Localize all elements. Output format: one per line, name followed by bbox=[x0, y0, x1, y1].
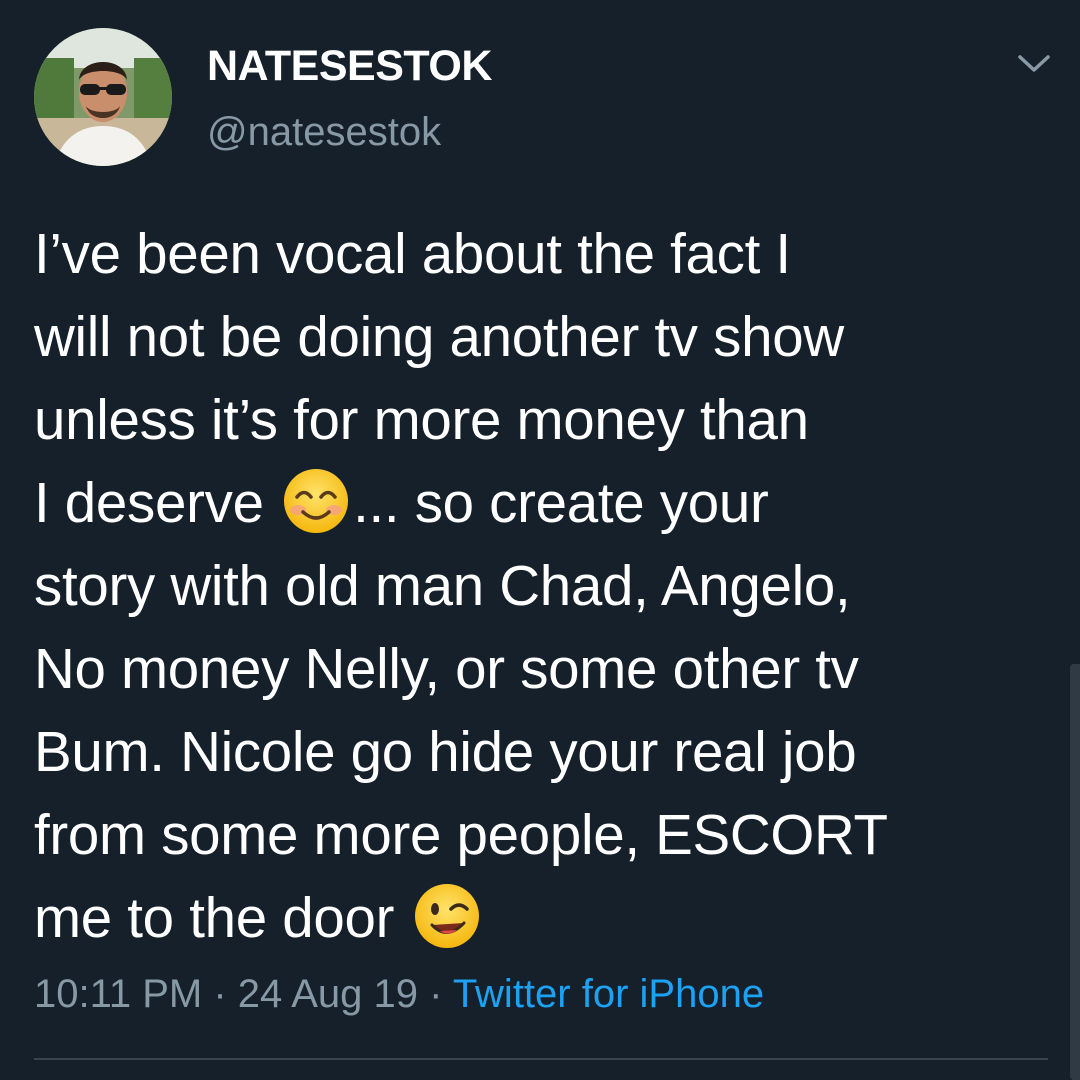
tweet-line: unless it’s for more money than bbox=[34, 388, 809, 451]
tweet-line: I’ve been vocal about the fact I bbox=[34, 222, 791, 285]
tweet-text: I’ve been vocal about the fact I will no… bbox=[34, 212, 1044, 959]
tweet-date[interactable]: 24 Aug 19 bbox=[238, 972, 418, 1016]
separator-dot: · bbox=[202, 972, 238, 1016]
tweet-line: will not be doing another tv show bbox=[34, 305, 844, 368]
divider bbox=[34, 1058, 1048, 1060]
tweet-line: No money Nelly, or some other tv bbox=[34, 637, 859, 700]
scrollbar[interactable] bbox=[1070, 664, 1080, 1080]
chevron-down-icon[interactable] bbox=[1012, 48, 1056, 78]
display-name[interactable]: NATESESTOK bbox=[207, 42, 492, 91]
smiling-face-emoji-icon bbox=[281, 466, 351, 536]
tweet-time[interactable]: 10:11 PM bbox=[34, 972, 202, 1016]
user-handle[interactable]: @natesestok bbox=[207, 110, 441, 155]
avatar[interactable] bbox=[34, 28, 172, 166]
tweet-source-link[interactable]: Twitter for iPhone bbox=[453, 972, 764, 1016]
tweet-line-part: I deserve bbox=[34, 471, 264, 534]
tweet-metadata: 10:11 PM · 24 Aug 19 · Twitter for iPhon… bbox=[34, 972, 764, 1017]
separator-dot: · bbox=[417, 972, 453, 1016]
winking-face-emoji-icon bbox=[412, 881, 482, 951]
tweet-line: Bum. Nicole go hide your real job bbox=[34, 720, 857, 783]
tweet-line: I deserve ... so create your bbox=[34, 461, 1044, 544]
tweet-line-part: me to the door bbox=[34, 886, 395, 949]
tweet-line: from some more people, ESCORT bbox=[34, 803, 888, 866]
tweet-line: story with old man Chad, Angelo, bbox=[34, 554, 851, 617]
tweet-line: me to the door bbox=[34, 876, 1044, 959]
tweet-line-part: ... so create your bbox=[353, 471, 769, 534]
